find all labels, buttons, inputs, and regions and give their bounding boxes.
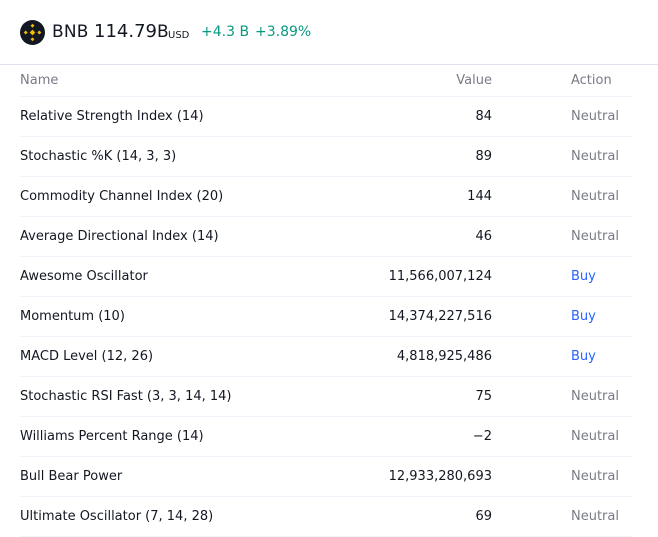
indicator-name: Ultimate Oscillator (7, 14, 28) xyxy=(20,496,360,537)
indicator-name: Williams Percent Range (14) xyxy=(20,416,360,457)
indicator-action: Neutral xyxy=(492,176,632,217)
indicator-value: 12,933,280,693 xyxy=(360,456,492,497)
table-row: Williams Percent Range (14) −2 Neutral xyxy=(20,416,632,457)
indicator-action: Neutral xyxy=(492,216,632,257)
indicator-value: 11,566,007,124 xyxy=(360,256,492,297)
indicator-name: Awesome Oscillator xyxy=(20,256,360,297)
table-row: Momentum (10) 14,374,227,516 Buy xyxy=(20,296,632,337)
indicator-value: 89 xyxy=(360,136,492,177)
indicator-value: −2 xyxy=(360,416,492,457)
oscillators-table: Name Value Action Relative Strength Inde… xyxy=(20,65,632,537)
indicator-name: Commodity Channel Index (20) xyxy=(20,176,360,217)
indicator-action: Neutral xyxy=(492,416,632,457)
table-row: MACD Level (12, 26) 4,818,925,486 Buy xyxy=(20,336,632,377)
indicator-action: Buy xyxy=(492,336,632,377)
indicator-action: Neutral xyxy=(492,376,632,417)
indicator-value: 84 xyxy=(360,96,492,137)
table-row: Bull Bear Power 12,933,280,693 Neutral xyxy=(20,456,632,497)
symbol-name: BNB xyxy=(52,22,89,42)
symbol-header: BNB 114.79 B USD +4.3 B +3.89% xyxy=(0,0,658,65)
indicator-action: Neutral xyxy=(492,136,632,177)
indicator-name: Average Directional Index (14) xyxy=(20,216,360,257)
currency-label: USD xyxy=(168,30,190,41)
indicator-action: Neutral xyxy=(492,96,632,137)
price-change-percent: +3.89% xyxy=(255,24,312,40)
indicator-value: 46 xyxy=(360,216,492,257)
indicator-value: 69 xyxy=(360,496,492,537)
column-header-value: Value xyxy=(360,65,492,97)
indicator-name: Relative Strength Index (14) xyxy=(20,96,360,137)
indicator-name: Stochastic RSI Fast (3, 3, 14, 14) xyxy=(20,376,360,417)
indicator-name: MACD Level (12, 26) xyxy=(20,336,360,377)
table-row: Awesome Oscillator 11,566,007,124 Buy xyxy=(20,256,632,297)
price-value: 114.79 xyxy=(94,21,157,42)
price-suffix: B xyxy=(157,22,169,42)
indicator-action: Neutral xyxy=(492,496,632,537)
bnb-logo-icon xyxy=(20,20,45,45)
table-row: Ultimate Oscillator (7, 14, 28) 69 Neutr… xyxy=(20,496,632,537)
indicator-action: Buy xyxy=(492,256,632,297)
indicator-name: Bull Bear Power xyxy=(20,456,360,497)
indicator-action: Buy xyxy=(492,296,632,337)
indicator-name: Momentum (10) xyxy=(20,296,360,337)
indicator-action: Neutral xyxy=(492,456,632,497)
column-header-name: Name xyxy=(20,65,360,97)
table-row: Stochastic %K (14, 3, 3) 89 Neutral xyxy=(20,136,632,177)
table-row: Commodity Channel Index (20) 144 Neutral xyxy=(20,176,632,217)
indicator-value: 14,374,227,516 xyxy=(360,296,492,337)
table-row: Relative Strength Index (14) 84 Neutral xyxy=(20,96,632,137)
indicator-value: 144 xyxy=(360,176,492,217)
indicator-name: Stochastic %K (14, 3, 3) xyxy=(20,136,360,177)
price-change-absolute: +4.3 B xyxy=(201,24,250,40)
table-header-row: Name Value Action xyxy=(20,65,632,97)
table-row: Stochastic RSI Fast (3, 3, 14, 14) 75 Ne… xyxy=(20,376,632,417)
table-row: Average Directional Index (14) 46 Neutra… xyxy=(20,216,632,257)
indicator-value: 75 xyxy=(360,376,492,417)
column-header-action: Action xyxy=(492,65,632,97)
indicator-value: 4,818,925,486 xyxy=(360,336,492,377)
